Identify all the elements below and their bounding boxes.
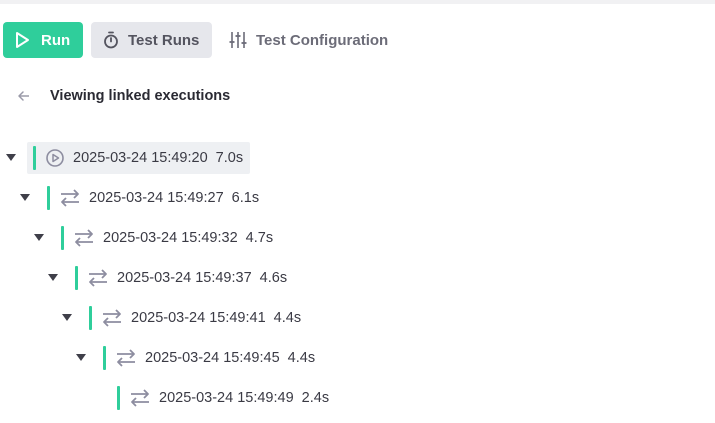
status-bar	[117, 386, 120, 410]
expand-caret-icon[interactable]	[34, 234, 44, 241]
execution-node[interactable]: 2025-03-24 15:49:32 4.7s	[61, 222, 280, 254]
transfer-arrows-icon	[59, 188, 81, 208]
execution-node[interactable]: 2025-03-24 15:49:41 4.4s	[89, 302, 308, 334]
execution-timestamp: 2025-03-24 15:49:41	[131, 310, 266, 326]
page-title: Viewing linked executions	[50, 88, 231, 104]
execution-node[interactable]: 2025-03-24 15:49:20 7.0s	[27, 142, 251, 174]
transfer-arrows-icon	[87, 268, 109, 288]
test-runs-button[interactable]: Test Runs	[91, 22, 212, 58]
status-bar	[61, 226, 64, 250]
tree-row: 2025-03-24 15:49:37 4.6s	[0, 262, 715, 294]
execution-node[interactable]: 2025-03-24 15:49:45 4.4s	[103, 342, 322, 374]
status-bar	[47, 186, 50, 210]
execution-duration: 6.1s	[231, 190, 260, 206]
status-bar	[89, 306, 92, 330]
tree-row: 2025-03-24 15:49:49 2.4s	[0, 382, 715, 414]
expand-caret-icon[interactable]	[62, 314, 72, 321]
transfer-arrows-icon	[73, 228, 95, 248]
play-circle-icon	[45, 148, 65, 168]
tree-row: 2025-03-24 15:49:32 4.7s	[0, 222, 715, 254]
transfer-arrows-icon	[129, 388, 151, 408]
expand-caret-icon[interactable]	[20, 194, 30, 201]
execution-timestamp: 2025-03-24 15:49:45	[145, 350, 280, 366]
execution-timestamp: 2025-03-24 15:49:37	[117, 270, 252, 286]
play-icon	[14, 31, 30, 49]
test-configuration-button[interactable]: Test Configuration	[229, 22, 388, 58]
execution-duration: 4.4s	[287, 350, 316, 366]
status-bar	[75, 266, 78, 290]
transfer-arrows-icon	[101, 308, 123, 328]
expand-caret-icon[interactable]	[6, 154, 16, 161]
execution-timestamp: 2025-03-24 15:49:20	[73, 150, 208, 166]
status-bar	[33, 146, 36, 170]
page-header: Viewing linked executions	[17, 86, 230, 106]
execution-node[interactable]: 2025-03-24 15:49:27 6.1s	[47, 182, 266, 214]
execution-node[interactable]: 2025-03-24 15:49:49 2.4s	[117, 382, 336, 414]
transfer-arrows-icon	[115, 348, 137, 368]
tree-row: 2025-03-24 15:49:20 7.0s	[0, 142, 715, 174]
execution-timestamp: 2025-03-24 15:49:32	[103, 230, 238, 246]
stopwatch-icon	[103, 31, 119, 49]
expand-caret-icon[interactable]	[76, 354, 86, 361]
tree-row: 2025-03-24 15:49:41 4.4s	[0, 302, 715, 334]
arrow-left-icon[interactable]	[17, 89, 31, 103]
test-configuration-label: Test Configuration	[256, 31, 389, 49]
toolbar: Run Test Runs Test Configuration	[3, 22, 388, 58]
top-strip	[0, 0, 715, 4]
test-runs-label: Test Runs	[128, 31, 200, 49]
execution-timestamp: 2025-03-24 15:49:27	[89, 190, 224, 206]
execution-duration: 4.6s	[259, 270, 288, 286]
tree-row: 2025-03-24 15:49:45 4.4s	[0, 342, 715, 374]
run-button[interactable]: Run	[3, 22, 83, 58]
execution-timestamp: 2025-03-24 15:49:49	[159, 390, 294, 406]
execution-duration: 2.4s	[301, 390, 330, 406]
execution-duration: 4.4s	[273, 310, 302, 326]
run-button-label: Run	[41, 31, 71, 49]
status-bar	[103, 346, 106, 370]
expand-caret-icon[interactable]	[48, 274, 58, 281]
execution-duration: 7.0s	[215, 150, 244, 166]
tree-row: 2025-03-24 15:49:27 6.1s	[0, 182, 715, 214]
sliders-icon	[229, 31, 247, 49]
execution-node[interactable]: 2025-03-24 15:49:37 4.6s	[75, 262, 294, 294]
execution-duration: 4.7s	[245, 230, 274, 246]
